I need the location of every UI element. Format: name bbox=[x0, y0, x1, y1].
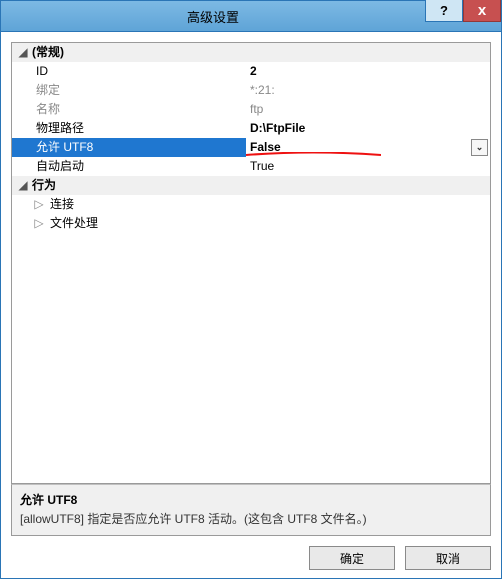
description-title: 允许 UTF8 bbox=[20, 491, 482, 508]
category-general[interactable]: ◢ (常规) bbox=[12, 43, 490, 62]
expand-icon[interactable]: ▷ bbox=[32, 195, 46, 214]
prop-physical-path[interactable]: 物理路径 D:\FtpFile bbox=[12, 119, 490, 138]
category-behavior[interactable]: ◢ 行为 bbox=[12, 176, 490, 195]
client-area: ◢ (常规) ID 2 绑定 *:21: 名称 ftp 物理路径 D bbox=[1, 32, 501, 578]
prop-value: *:21: bbox=[246, 81, 490, 100]
prop-label: 文件处理 bbox=[46, 214, 490, 233]
prop-connections[interactable]: ▷ 连接 bbox=[12, 195, 490, 214]
titlebar: 高级设置 ? x bbox=[1, 1, 501, 32]
prop-value: 2 bbox=[246, 62, 490, 81]
prop-label: 允许 UTF8 bbox=[16, 138, 246, 157]
cancel-button[interactable]: 取消 bbox=[405, 546, 491, 570]
property-grid[interactable]: ◢ (常规) ID 2 绑定 *:21: 名称 ftp 物理路径 D bbox=[11, 42, 491, 484]
prop-name[interactable]: 名称 ftp bbox=[12, 100, 490, 119]
prop-label: ID bbox=[16, 62, 246, 81]
prop-file-handling[interactable]: ▷ 文件处理 bbox=[12, 214, 490, 233]
prop-allow-utf8[interactable]: 允许 UTF8 False ⌄ bbox=[12, 138, 490, 157]
advanced-settings-dialog: 高级设置 ? x ◢ (常规) ID 2 绑定 *:21: bbox=[0, 0, 502, 579]
category-label: (常规) bbox=[30, 43, 490, 62]
expand-icon[interactable]: ◢ bbox=[16, 43, 30, 62]
prop-label: 自动启动 bbox=[16, 157, 246, 176]
expand-icon[interactable]: ◢ bbox=[16, 176, 30, 195]
prop-autostart[interactable]: 自动启动 True bbox=[12, 157, 490, 176]
prop-label: 连接 bbox=[46, 195, 490, 214]
prop-value: D:\FtpFile bbox=[246, 119, 490, 138]
ok-button[interactable]: 确定 bbox=[309, 546, 395, 570]
prop-id[interactable]: ID 2 bbox=[12, 62, 490, 81]
prop-binding[interactable]: 绑定 *:21: bbox=[12, 81, 490, 100]
button-bar: 确定 取消 bbox=[11, 536, 491, 570]
window-title: 高级设置 bbox=[1, 7, 425, 26]
prop-value: True bbox=[246, 157, 490, 176]
description-pane: 允许 UTF8 [allowUTF8] 指定是否应允许 UTF8 活动。(这包含… bbox=[11, 484, 491, 536]
titlebar-buttons: ? x bbox=[425, 1, 501, 31]
prop-value: ftp bbox=[246, 100, 490, 119]
help-button[interactable]: ? bbox=[425, 0, 463, 22]
close-button[interactable]: x bbox=[463, 0, 501, 22]
prop-value[interactable]: False ⌄ bbox=[246, 138, 490, 157]
prop-label: 名称 bbox=[16, 100, 246, 119]
description-text: [allowUTF8] 指定是否应允许 UTF8 活动。(这包含 UTF8 文件… bbox=[20, 510, 482, 527]
chevron-down-icon: ⌄ bbox=[476, 138, 484, 157]
expand-icon[interactable]: ▷ bbox=[32, 214, 46, 233]
dropdown-button[interactable]: ⌄ bbox=[471, 139, 488, 156]
prop-label: 绑定 bbox=[16, 81, 246, 100]
category-label: 行为 bbox=[30, 176, 490, 195]
prop-label: 物理路径 bbox=[16, 119, 246, 138]
